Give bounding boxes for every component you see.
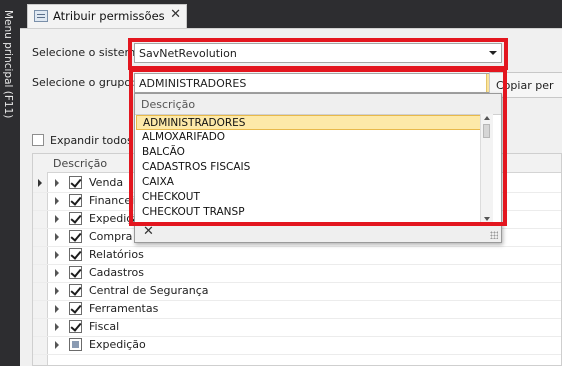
expand-node-icon[interactable]: [55, 341, 59, 349]
dropdown-option[interactable]: ADMINISTRADORES: [136, 115, 486, 130]
dropdown-option[interactable]: CHECKOUT: [136, 190, 486, 205]
tree-row[interactable]: Ferramentas: [33, 300, 561, 319]
group-label: Selecione o grupo:: [32, 76, 135, 89]
expand-node-icon[interactable]: [55, 233, 59, 241]
tab-strip: Atribuir permissões ✕: [20, 0, 562, 28]
row-label: Central de Segurança: [89, 284, 209, 297]
popup-footer: ✕: [135, 223, 501, 242]
group-dropdown-popup: Descrição ADMINISTRADORES ALMOXARIFADO B…: [134, 93, 502, 243]
tree-row[interactable]: Fiscal: [33, 318, 561, 337]
expand-node-icon[interactable]: [55, 179, 59, 187]
expand-all-label[interactable]: Expandir todos: [50, 134, 133, 147]
row-checkbox[interactable]: [69, 338, 82, 351]
expand-node-icon[interactable]: [55, 305, 59, 313]
expand-node-icon[interactable]: [55, 287, 59, 295]
row-label: Expedição: [89, 338, 146, 351]
close-icon[interactable]: ✕: [170, 7, 181, 22]
row-label: Compra: [89, 230, 133, 243]
expand-node-icon[interactable]: [55, 197, 59, 205]
side-menu[interactable]: Menu principal (F11): [0, 0, 20, 365]
expand-node-icon[interactable]: [55, 251, 59, 259]
row-checkbox[interactable]: [69, 230, 82, 243]
option-label: ALMOXARIFADO: [142, 131, 226, 143]
expand-node-icon[interactable]: [55, 269, 59, 277]
popup-scrollbar[interactable]: [480, 114, 493, 224]
option-label: CHECKOUT: [142, 191, 200, 203]
dropdown-option[interactable]: BALCÃO: [136, 145, 486, 160]
tab-title: Atribuir permissões: [53, 9, 165, 23]
option-label: BALCÃO: [142, 146, 185, 158]
scrollbar-thumb[interactable]: [483, 124, 490, 138]
form-icon: [34, 10, 48, 22]
column-header-descricao[interactable]: Descrição: [53, 157, 107, 170]
row-checkbox[interactable]: [69, 302, 82, 315]
row-label: Fiscal: [89, 320, 120, 333]
option-label: CAIXA: [142, 176, 174, 188]
row-checkbox[interactable]: [69, 212, 82, 225]
tree-row[interactable]: Relatórios: [33, 246, 561, 265]
group-select-value: ADMINISTRADORES: [139, 77, 247, 90]
dropdown-option[interactable]: ALMOXARIFADO: [136, 130, 486, 145]
dropdown-option[interactable]: CHECKOUT TRANSP: [136, 205, 486, 220]
row-checkbox[interactable]: [69, 320, 82, 333]
expand-node-icon[interactable]: [55, 215, 59, 223]
copy-button-label: Copiar per: [496, 79, 554, 92]
scroll-down-icon[interactable]: [484, 217, 490, 221]
expand-all-checkbox[interactable]: [32, 134, 44, 146]
content-panel: Selecione o sistema: SavNetRevolution Se…: [20, 28, 562, 366]
row-label: Relatórios: [89, 248, 144, 261]
chevron-down-icon[interactable]: [489, 51, 497, 55]
system-label: Selecione o sistema:: [32, 46, 146, 59]
tree-row[interactable]: Central de Segurança: [33, 282, 561, 301]
scroll-up-icon[interactable]: [484, 116, 490, 120]
dropdown-option[interactable]: CAIXA: [136, 175, 486, 190]
row-checkbox[interactable]: [69, 176, 82, 189]
tab-atribuir-permissoes[interactable]: Atribuir permissões ✕: [27, 4, 187, 28]
row-checkbox[interactable]: [69, 248, 82, 261]
clear-icon[interactable]: ✕: [143, 224, 154, 239]
option-label: CHECKOUT TRANSP: [142, 206, 245, 218]
popup-column-header: Descrição: [135, 94, 501, 115]
group-select[interactable]: ADMINISTRADORES: [134, 73, 502, 93]
row-checkbox[interactable]: [69, 194, 82, 207]
row-label: Ferramentas: [89, 302, 159, 315]
dropdown-option[interactable]: CADASTROS FISCAIS: [136, 160, 486, 175]
current-row-indicator-icon: [38, 179, 42, 187]
system-select[interactable]: SavNetRevolution: [134, 43, 502, 63]
row-label: Venda: [89, 176, 124, 189]
option-label: ADMINISTRADORES: [143, 117, 246, 129]
side-menu-label[interactable]: Menu principal (F11): [2, 10, 14, 118]
popup-header-label: Descrição: [141, 98, 196, 111]
expand-node-icon[interactable]: [55, 323, 59, 331]
option-label: CADASTROS FISCAIS: [142, 161, 251, 173]
tree-row[interactable]: Expedição: [33, 336, 561, 355]
row-checkbox[interactable]: [69, 284, 82, 297]
row-label: Cadastros: [89, 266, 144, 279]
resize-grip-icon[interactable]: [490, 231, 498, 239]
tree-row[interactable]: Cadastros: [33, 264, 561, 283]
row-checkbox[interactable]: [69, 266, 82, 279]
system-select-value: SavNetRevolution: [139, 47, 237, 60]
